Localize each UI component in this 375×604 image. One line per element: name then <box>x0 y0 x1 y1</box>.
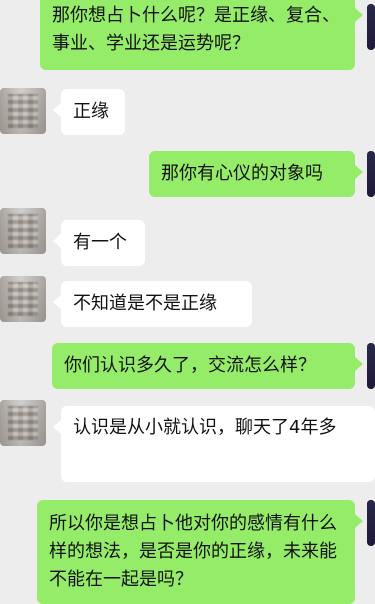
message-bubble[interactable]: 认识是从小就认识，聊天了4年多 <box>53 406 375 482</box>
message-text: 所以你是想占卜他对你的感情有什么样的想法，是否是你的正缘，未来能不能在一起是吗？ <box>49 513 337 590</box>
message-text: 你们认识多久了，交流怎么样？ <box>64 355 316 376</box>
message-bubble[interactable]: 所以你是想占卜他对你的感情有什么样的想法，是否是你的正缘，未来能不能在一起是吗？ <box>37 500 363 604</box>
avatar[interactable] <box>0 400 46 446</box>
message-text: 有一个 <box>73 232 127 253</box>
avatar[interactable] <box>367 500 375 546</box>
avatar[interactable] <box>367 4 375 50</box>
message-text: 认识是从小就认识，聊天了4年多 <box>73 417 337 438</box>
message-bubble[interactable]: 不知道是不是正缘 <box>53 281 252 327</box>
message-text: 正缘 <box>73 101 109 122</box>
avatar[interactable] <box>367 151 375 197</box>
avatar[interactable] <box>0 88 46 134</box>
message-bubble[interactable]: 有一个 <box>53 220 145 266</box>
message-bubble[interactable]: 正缘 <box>53 89 125 135</box>
message-bubble[interactable]: 那你想占卜什么呢？是正缘、复合、事业、学业还是运势呢？ <box>40 0 363 70</box>
avatar[interactable] <box>367 343 375 389</box>
message-text: 那你想占卜什么呢？是正缘、复合、事业、学业还是运势呢？ <box>52 5 340 54</box>
message-text: 那你有心仪的对象吗 <box>161 163 323 184</box>
avatar[interactable] <box>0 276 46 322</box>
avatar[interactable] <box>0 208 46 254</box>
chat-conversation[interactable]: 那你想占卜什么呢？是正缘、复合、事业、学业还是运势呢？ 正缘 那你有心仪的对象吗… <box>0 0 375 604</box>
message-text: 不知道是不是正缘 <box>73 293 217 314</box>
message-bubble[interactable]: 你们认识多久了，交流怎么样？ <box>52 343 363 389</box>
message-bubble[interactable]: 那你有心仪的对象吗 <box>149 151 363 197</box>
